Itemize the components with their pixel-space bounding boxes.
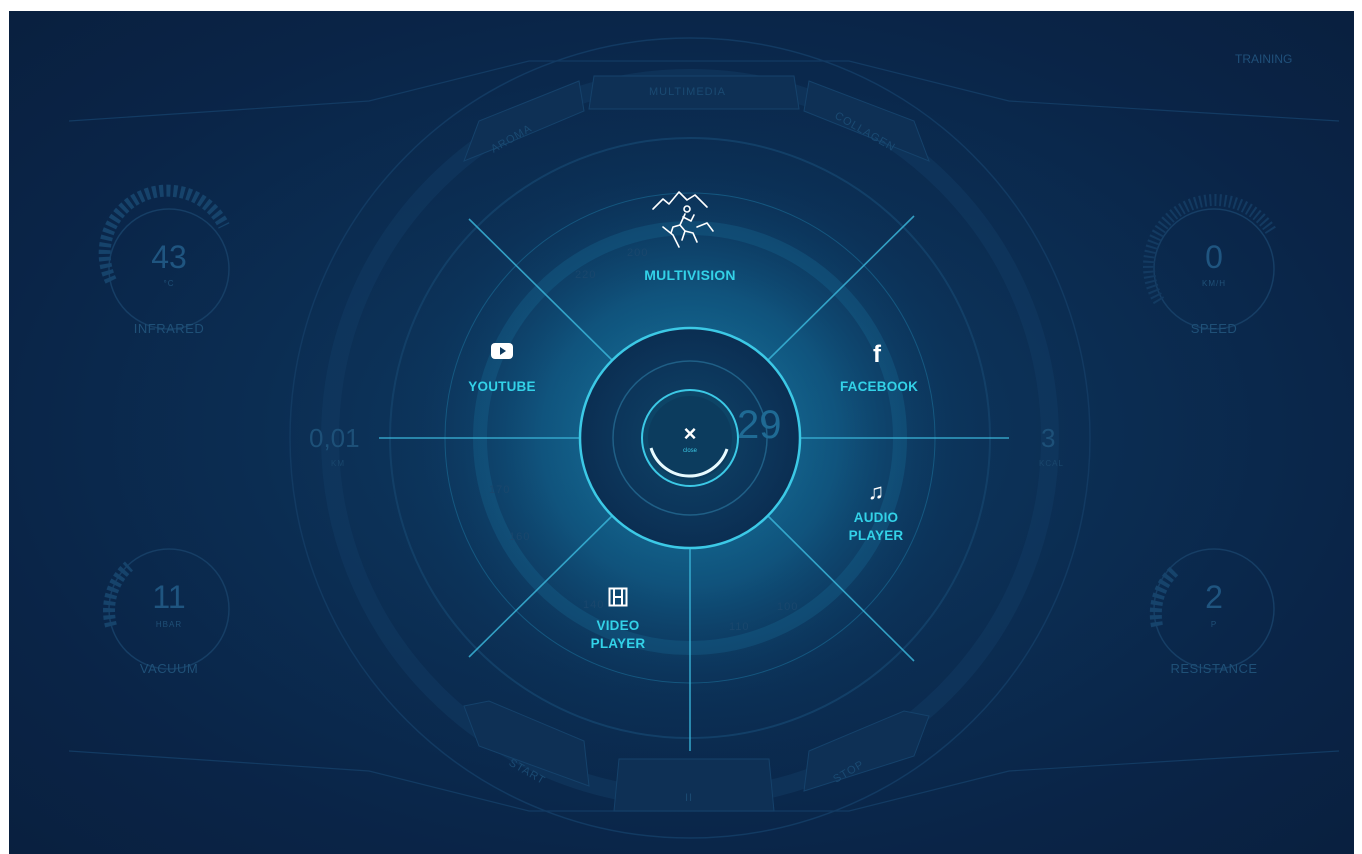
kcal-value: 3 (1041, 423, 1055, 454)
scale-tick: 110 (729, 621, 750, 633)
timer-value: 29 (737, 403, 782, 448)
gauge-unit: °C (109, 279, 229, 288)
pause-button[interactable]: II (685, 792, 693, 804)
mode-label[interactable]: TRAINING (1235, 52, 1292, 66)
distance-value: 0,01 (309, 423, 360, 454)
scale-tick: 170 (489, 484, 510, 496)
gauge-value: 0 (1154, 239, 1274, 276)
video-label-line1: VIDEO (573, 617, 663, 635)
gauge-label: RESISTANCE (1134, 661, 1294, 676)
youtube-label: YOUTUBE (449, 378, 555, 396)
gauge-label: INFRARED (89, 321, 249, 336)
gauge-unit: KM/H (1154, 279, 1274, 288)
gauge-value: 43 (109, 239, 229, 276)
facebook-label: FACEBOOK (827, 378, 931, 396)
gauge-value: 2 (1154, 579, 1274, 616)
youtube-icon (490, 342, 514, 360)
scale-tick: 140 (583, 599, 604, 611)
facebook-icon: f (862, 341, 892, 369)
tab-multimedia[interactable]: MULTIMEDIA (649, 86, 726, 98)
scale-tick: 160 (509, 531, 530, 543)
scale-tick: 220 (575, 269, 596, 281)
gauge-unit: HBAR (109, 620, 229, 629)
scale-tick: 200 (627, 247, 648, 259)
gauge-unit: P (1154, 620, 1274, 629)
close-label: close (648, 448, 732, 454)
app-screen: TRAINING AROMA MULTIMEDIA COLLAGEN START… (9, 11, 1354, 854)
distance-unit: KM (331, 459, 345, 468)
kcal-unit: KCAL (1039, 459, 1064, 468)
audio-label-line1: AUDIO (831, 509, 921, 527)
video-label-line2: PLAYER (573, 635, 663, 653)
music-note-icon: ♫ (859, 479, 893, 505)
scale-tick: 100 (777, 601, 798, 613)
gauge-label: SPEED (1134, 321, 1294, 336)
close-icon: × (648, 422, 732, 446)
audio-label-line2: PLAYER (831, 527, 921, 545)
gauge-label: VACUUM (89, 661, 249, 676)
film-icon (608, 587, 628, 607)
gauge-value: 11 (109, 579, 229, 616)
close-button[interactable]: × close (648, 396, 732, 480)
multivision-label: MULTIVISION (609, 266, 771, 284)
mountain-runner-icon (649, 187, 717, 249)
